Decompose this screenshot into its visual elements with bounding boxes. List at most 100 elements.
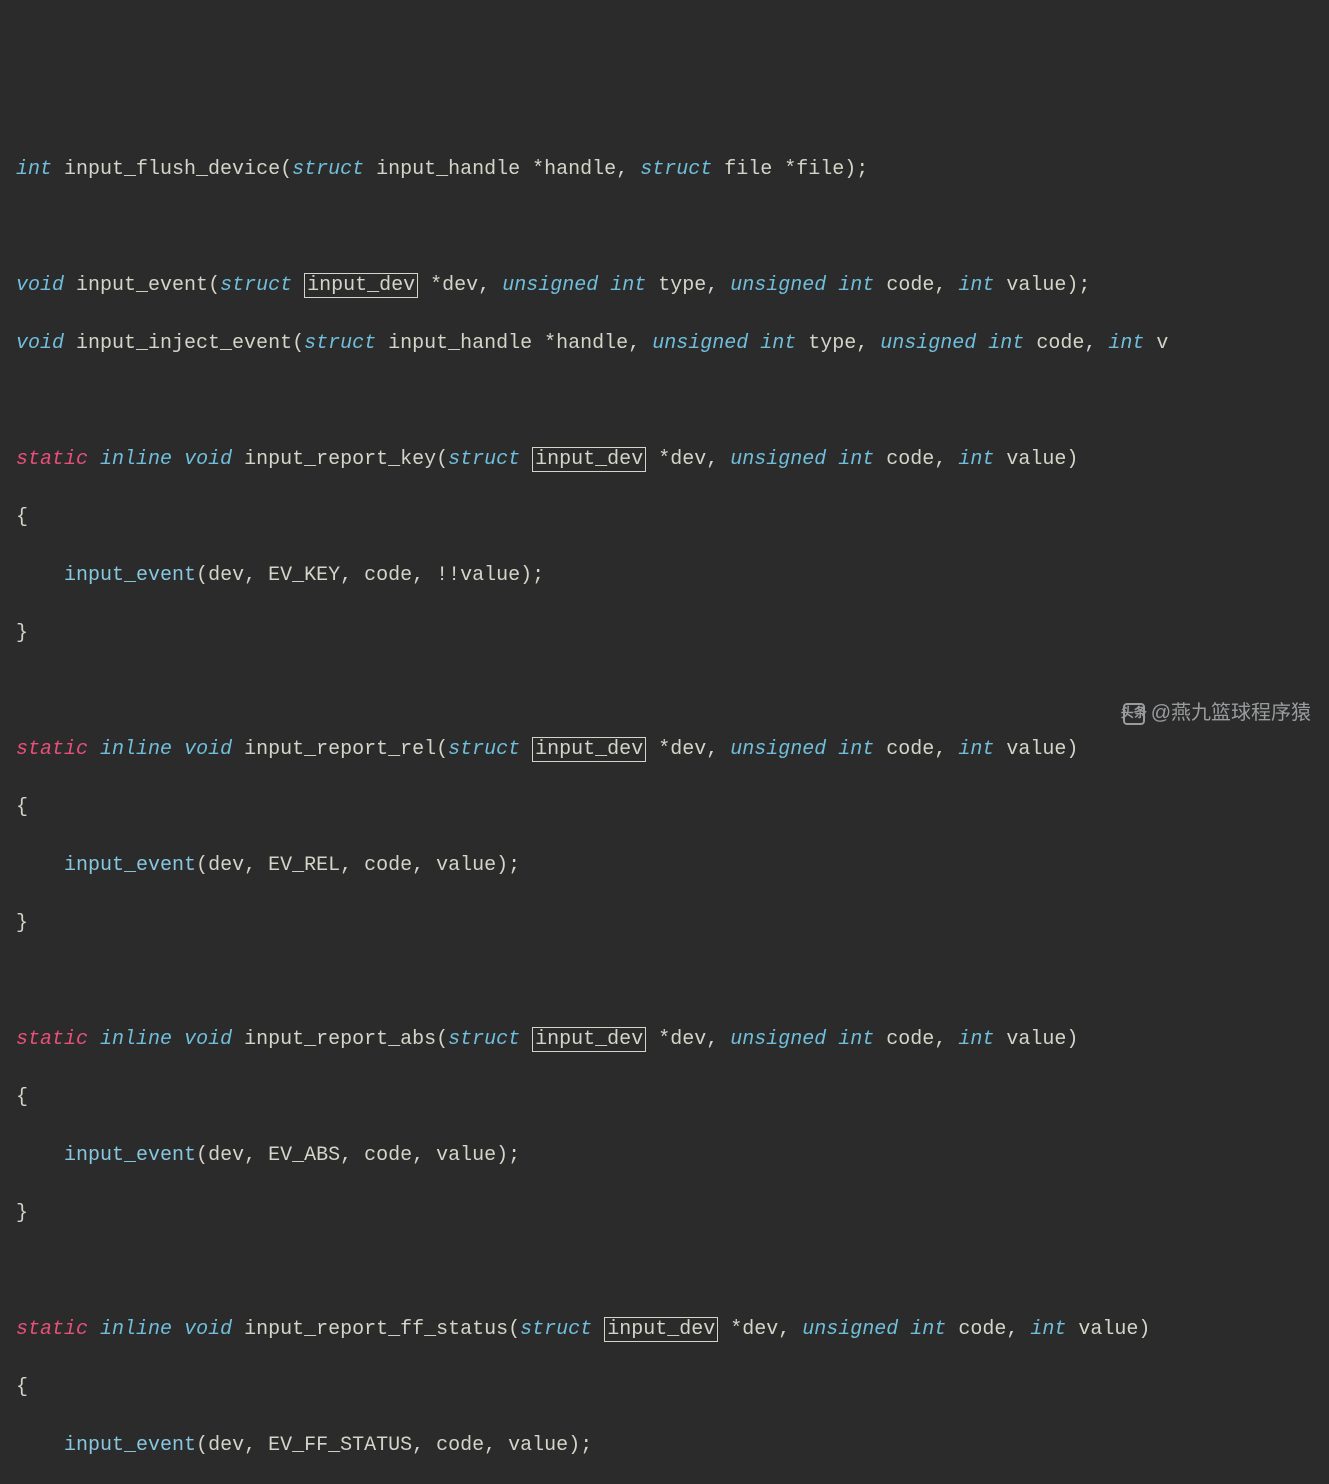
param-type: unsigned int	[502, 274, 646, 297]
param-name: value	[1006, 738, 1066, 761]
function-call: input_event	[64, 564, 196, 587]
keyword-inline: inline	[100, 448, 172, 471]
code-line: input_event(dev, EV_KEY, code, !!value);	[16, 561, 1313, 590]
function-name: input_report_rel	[244, 738, 436, 761]
param-name: *dev	[658, 448, 706, 471]
keyword-static: static	[16, 1028, 88, 1051]
function-name: input_report_key	[244, 448, 436, 471]
highlighted-type: input_dev	[532, 1027, 646, 1052]
code-editor: int input_flush_device(struct input_hand…	[16, 126, 1313, 1484]
keyword-struct: struct	[640, 158, 712, 181]
arg: dev	[208, 1434, 244, 1457]
code-line: input_event(dev, EV_FF_STATUS, code, val…	[16, 1431, 1313, 1460]
arg: code	[436, 1434, 484, 1457]
keyword-inline: inline	[100, 738, 172, 761]
arg: dev	[208, 564, 244, 587]
param-type: unsigned int	[802, 1318, 946, 1341]
watermark-icon: 头条	[1123, 703, 1145, 725]
code-line: input_event(dev, EV_REL, code, value);	[16, 851, 1313, 880]
return-type: void	[184, 738, 232, 761]
watermark-text: @燕九篮球程序猿	[1151, 699, 1311, 728]
type-name: file	[724, 158, 772, 181]
param-type: unsigned int	[652, 332, 796, 355]
return-type: int	[16, 158, 52, 181]
keyword-struct: struct	[304, 332, 376, 355]
arg: !!value	[436, 564, 520, 587]
param-name: *file	[784, 158, 844, 181]
param-type: int	[958, 448, 994, 471]
arg: value	[436, 1144, 496, 1167]
return-type: void	[184, 1028, 232, 1051]
highlighted-type: input_dev	[532, 737, 646, 762]
param-name: code	[886, 448, 934, 471]
function-name: input_report_abs	[244, 1028, 436, 1051]
constant: EV_REL	[268, 854, 340, 877]
function-call: input_event	[64, 1144, 196, 1167]
param-type: int	[958, 738, 994, 761]
code-line: static inline void input_report_abs(stru…	[16, 1025, 1313, 1054]
brace-close: }	[16, 1199, 1313, 1228]
keyword-static: static	[16, 1318, 88, 1341]
param-name: *dev	[658, 738, 706, 761]
code-line: input_event(dev, EV_ABS, code, value);	[16, 1141, 1313, 1170]
param-name: value	[1006, 1028, 1066, 1051]
param-type: int	[1108, 332, 1144, 355]
return-type: void	[16, 332, 64, 355]
function-name: input_event	[76, 274, 208, 297]
param-name: value	[1078, 1318, 1138, 1341]
blank-line	[16, 387, 1313, 416]
param-name: type	[808, 332, 856, 355]
constant: EV_KEY	[268, 564, 340, 587]
keyword-inline: inline	[100, 1318, 172, 1341]
arg: dev	[208, 1144, 244, 1167]
param-name: code	[886, 738, 934, 761]
param-name: *handle	[532, 158, 616, 181]
brace-open: {	[16, 1373, 1313, 1402]
param-type: unsigned int	[730, 1028, 874, 1051]
blank-line	[16, 677, 1313, 706]
function-name: input_report_ff_status	[244, 1318, 508, 1341]
function-call: input_event	[64, 854, 196, 877]
type-name: input_handle	[376, 158, 520, 181]
param-name: value	[1006, 448, 1066, 471]
brace-close: }	[16, 619, 1313, 648]
code-line: static inline void input_report_ff_statu…	[16, 1315, 1313, 1344]
arg: value	[436, 854, 496, 877]
highlighted-type: input_dev	[532, 447, 646, 472]
function-name: input_flush_device	[64, 158, 280, 181]
highlighted-type: input_dev	[604, 1317, 718, 1342]
param-name: *dev	[430, 274, 478, 297]
param-name: code	[886, 274, 934, 297]
constant: EV_FF_STATUS	[268, 1434, 412, 1457]
arg: value	[508, 1434, 568, 1457]
code-line: int input_flush_device(struct input_hand…	[16, 155, 1313, 184]
arg: code	[364, 854, 412, 877]
param-name: *dev	[730, 1318, 778, 1341]
param-type: unsigned int	[880, 332, 1024, 355]
param-name: type	[658, 274, 706, 297]
arg: dev	[208, 854, 244, 877]
keyword-struct: struct	[448, 738, 520, 761]
highlighted-type: input_dev	[304, 273, 418, 298]
param-type: int	[958, 1028, 994, 1051]
keyword-struct: struct	[520, 1318, 592, 1341]
brace-open: {	[16, 1083, 1313, 1112]
return-type: void	[16, 274, 64, 297]
param-name: code	[1036, 332, 1084, 355]
watermark: 头条 @燕九篮球程序猿	[1123, 699, 1311, 728]
param-name: *dev	[658, 1028, 706, 1051]
brace-close: }	[16, 909, 1313, 938]
arg: code	[364, 1144, 412, 1167]
param-type: int	[1030, 1318, 1066, 1341]
code-line: void input_event(struct input_dev *dev, …	[16, 271, 1313, 300]
type-name: input_handle	[388, 332, 532, 355]
brace-open: {	[16, 793, 1313, 822]
param-name: *handle	[544, 332, 628, 355]
param-type: int	[958, 274, 994, 297]
keyword-struct: struct	[448, 448, 520, 471]
function-call: input_event	[64, 1434, 196, 1457]
param-type: unsigned int	[730, 448, 874, 471]
keyword-struct: struct	[220, 274, 292, 297]
param-name: code	[886, 1028, 934, 1051]
blank-line	[16, 967, 1313, 996]
